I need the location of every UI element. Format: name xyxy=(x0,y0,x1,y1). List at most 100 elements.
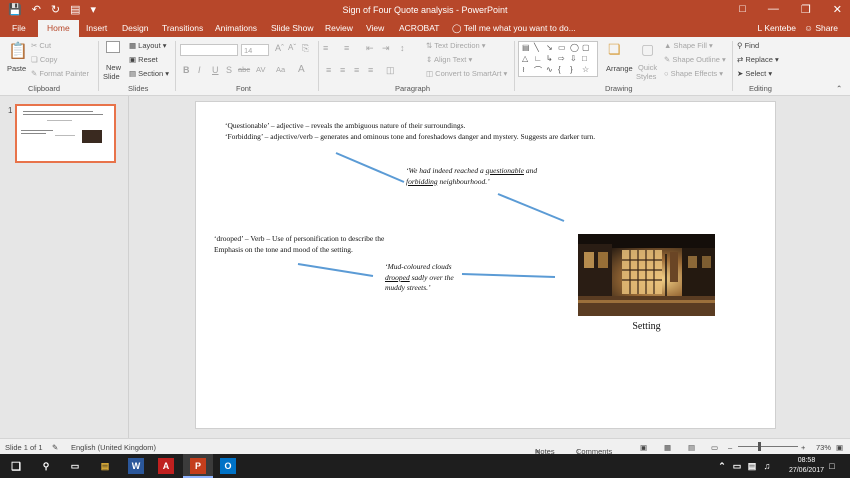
star-shape-icon[interactable]: ☆ xyxy=(582,65,589,74)
align-left-icon[interactable]: ≡ xyxy=(326,65,331,75)
brace-left-shape-icon[interactable]: { xyxy=(558,65,561,74)
curve-shape-icon[interactable]: ≀ xyxy=(522,65,525,74)
increase-indent-icon[interactable]: ⇥ xyxy=(382,43,390,54)
drooped-note-line2[interactable]: Emphasis on the tone and mood of the set… xyxy=(214,245,353,256)
acrobat-icon[interactable]: A xyxy=(158,458,174,474)
tab-design[interactable]: Design xyxy=(122,23,148,33)
tab-transitions[interactable]: Transitions xyxy=(162,23,203,33)
slide-canvas[interactable]: ‘Questionable’ – adjective – reveals the… xyxy=(195,101,776,429)
volume-icon[interactable]: ♫ xyxy=(759,458,775,474)
line-shape-icon[interactable]: ╲ xyxy=(534,43,539,52)
justify-icon[interactable]: ≡ xyxy=(368,65,373,75)
character-spacing-button[interactable]: AV xyxy=(256,65,265,74)
tab-slide-show[interactable]: Slide Show xyxy=(271,23,314,33)
align-text-button[interactable]: ⇕ Align Text ▾ xyxy=(426,55,472,64)
forbidding-note[interactable]: ‘Forbidding’ – adjective/verb – generate… xyxy=(225,132,595,143)
slide-sorter-icon[interactable]: ▦ xyxy=(664,443,671,452)
paste-icon[interactable]: 📋 xyxy=(8,41,28,61)
file-explorer-icon[interactable]: ▤ xyxy=(97,458,113,474)
find-button[interactable]: ⚲ Find xyxy=(737,41,759,50)
decrease-indent-icon[interactable]: ⇤ xyxy=(366,43,374,54)
notifications-icon[interactable]: □ xyxy=(824,458,840,474)
align-right-icon[interactable]: ≡ xyxy=(354,65,359,75)
quick-styles-button-line2[interactable]: Styles xyxy=(636,72,656,81)
slide-thumbnail[interactable] xyxy=(15,104,116,163)
replace-button[interactable]: ⇄ Replace ▾ xyxy=(737,55,779,64)
normal-view-icon[interactable]: ▣ xyxy=(640,443,647,452)
zoom-level[interactable]: 73% xyxy=(816,443,831,452)
quote-mud-coloured-clouds[interactable]: ‘Mud-coloured clouds drooped sadly over … xyxy=(385,262,470,294)
shape-outline-button[interactable]: ✎ Shape Outline ▾ xyxy=(664,55,726,64)
align-center-icon[interactable]: ≡ xyxy=(340,65,345,75)
section-button[interactable]: ▤ Section ▾ xyxy=(129,69,169,78)
triangle-shape-icon[interactable]: △ xyxy=(522,54,528,63)
tab-review[interactable]: Review xyxy=(325,23,353,33)
numbering-icon[interactable]: ≡ xyxy=(344,43,349,53)
tab-insert[interactable]: Insert xyxy=(86,23,107,33)
select-button[interactable]: ➤ Select ▾ xyxy=(737,69,772,78)
rectangle-shape-icon[interactable]: ▭ xyxy=(558,43,566,52)
down-arrow-shape-icon[interactable]: ⇩ xyxy=(570,54,577,63)
close-icon[interactable]: ✕ xyxy=(833,3,842,16)
strikethrough-button[interactable]: abc xyxy=(238,65,250,74)
share-button[interactable]: ☺ Share xyxy=(804,23,838,33)
arrange-icon[interactable]: ❏ xyxy=(608,41,621,58)
font-color-button[interactable]: A xyxy=(298,64,305,75)
questionable-note[interactable]: ‘Questionable’ – adjective – reveals the… xyxy=(225,121,465,132)
language-indicator[interactable]: English (United Kingdom) xyxy=(71,443,156,452)
shape-effects-button[interactable]: ○ Shape Effects ▾ xyxy=(664,69,723,78)
text-direction-button[interactable]: ⇅ Text Direction ▾ xyxy=(426,41,486,50)
quick-styles-button[interactable]: Quick xyxy=(638,63,657,72)
font-size-combo[interactable]: 14 xyxy=(241,44,269,56)
quote-neighbourhood[interactable]: ‘We had indeed reached a questionable an… xyxy=(406,166,556,187)
shapes-gallery[interactable]: ▤ ╲ ↘ ▭ ◯ ▢ △ ∟ ↳ ⇨ ⇩ □ ≀ ⌒ ∿ { } ☆ xyxy=(518,41,598,77)
zoom-out-icon[interactable]: – xyxy=(728,443,732,452)
freeform-shape-icon[interactable]: ∿ xyxy=(546,65,553,74)
clear-formatting-icon[interactable]: ⎘ xyxy=(302,43,309,54)
connector-line[interactable] xyxy=(297,263,374,277)
tab-file[interactable]: File xyxy=(12,23,26,33)
font-name-combo[interactable] xyxy=(180,44,238,56)
layout-button[interactable]: ▦ Layout ▾ xyxy=(129,41,167,50)
arrow-shape-icon[interactable]: ↘ xyxy=(546,43,553,52)
battery-icon[interactable]: ▭ xyxy=(729,458,745,474)
bullets-icon[interactable]: ≡ xyxy=(323,43,328,53)
connector-line[interactable] xyxy=(335,152,405,183)
callout-shape-icon[interactable]: □ xyxy=(582,54,587,63)
collapse-ribbon-icon[interactable]: ⌃ xyxy=(836,84,842,93)
ribbon-display-options-icon[interactable]: □ xyxy=(739,3,746,16)
maximize-icon[interactable]: ❐ xyxy=(801,3,811,16)
new-slide-icon[interactable] xyxy=(106,41,120,53)
line-spacing-icon[interactable]: ↕ xyxy=(400,43,405,53)
tab-view[interactable]: View xyxy=(366,23,384,33)
change-case-button[interactable]: Aa xyxy=(276,65,285,74)
windows-start-icon[interactable]: ❏ xyxy=(8,458,24,474)
connector-line[interactable] xyxy=(497,193,565,222)
shrink-font-icon[interactable]: Aˇ xyxy=(288,43,296,52)
connector-line[interactable] xyxy=(461,273,556,278)
italic-button[interactable]: I xyxy=(198,65,201,75)
fit-to-window-icon[interactable]: ▣ xyxy=(836,443,843,452)
convert-smartart-button[interactable]: ◫ Convert to SmartArt ▾ xyxy=(426,69,507,78)
outlook-icon[interactable]: O xyxy=(220,458,236,474)
tab-animations[interactable]: Animations xyxy=(215,23,257,33)
columns-icon[interactable]: ◫ xyxy=(386,65,395,76)
minimize-icon[interactable]: — xyxy=(768,3,779,16)
rounded-rect-shape-icon[interactable]: ▢ xyxy=(582,43,590,52)
shape-fill-button[interactable]: ▲ Shape Fill ▾ xyxy=(664,41,713,50)
zoom-slider-track[interactable] xyxy=(738,446,798,447)
new-slide-button-line2[interactable]: Slide xyxy=(103,72,120,81)
bold-button[interactable]: B xyxy=(183,65,190,75)
quick-styles-icon[interactable]: ▢ xyxy=(641,41,654,58)
brace-right-shape-icon[interactable]: } xyxy=(570,65,573,74)
right-arrow-shape-icon[interactable]: ⇨ xyxy=(558,54,565,63)
bent-line-shape-icon[interactable]: ∟ xyxy=(534,54,542,63)
reset-button[interactable]: ▣ Reset xyxy=(129,55,158,64)
paste-button[interactable]: Paste xyxy=(7,64,26,73)
oval-shape-icon[interactable]: ◯ xyxy=(570,43,579,52)
user-name[interactable]: L Kentebe xyxy=(758,23,796,33)
cut-button[interactable]: ✂ Cut xyxy=(31,41,51,50)
elbow-shape-icon[interactable]: ↳ xyxy=(546,54,553,63)
new-slide-button[interactable]: New xyxy=(106,63,121,72)
spellcheck-icon[interactable]: ✎ xyxy=(52,443,58,452)
